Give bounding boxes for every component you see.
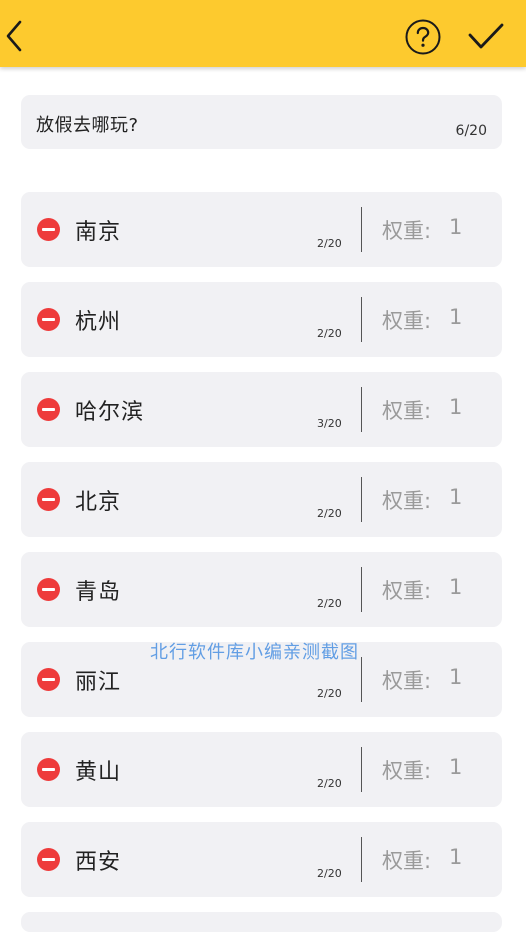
weight-input[interactable]: 1	[449, 215, 462, 239]
divider	[361, 477, 362, 522]
remove-option-button[interactable]	[37, 488, 60, 511]
divider	[361, 207, 362, 252]
option-char-count: 2/20	[317, 507, 342, 520]
option-char-count: 2/20	[317, 597, 342, 610]
option-name-input[interactable]: 南京	[75, 214, 121, 246]
help-button[interactable]	[405, 19, 441, 55]
option-char-count: 2/20	[317, 237, 342, 250]
divider	[361, 297, 362, 342]
top-bar	[0, 0, 526, 67]
question-text[interactable]: 放假去哪玩?	[36, 111, 139, 137]
option-row: 青岛 2/20 权重: 1	[21, 552, 502, 627]
option-row-partial	[21, 912, 502, 932]
divider	[361, 747, 362, 792]
option-char-count: 3/20	[317, 417, 342, 430]
option-name-input[interactable]: 哈尔滨	[75, 394, 144, 426]
weight-label: 权重:	[382, 399, 432, 423]
weight-label: 权重:	[382, 219, 432, 243]
weight-label: 权重:	[382, 309, 432, 333]
weight-label: 权重:	[382, 489, 432, 513]
option-name-input[interactable]: 北京	[75, 484, 121, 516]
option-name-input[interactable]: 杭州	[75, 304, 121, 336]
weight-input[interactable]: 1	[449, 575, 462, 599]
question-input[interactable]: 放假去哪玩? 6/20	[21, 95, 502, 149]
remove-option-button[interactable]	[37, 578, 60, 601]
weight-input[interactable]: 1	[449, 755, 462, 779]
option-row: 杭州 2/20 权重: 1	[21, 282, 502, 357]
remove-option-button[interactable]	[37, 398, 60, 421]
weight-input[interactable]: 1	[449, 845, 462, 869]
option-row: 哈尔滨 3/20 权重: 1	[21, 372, 502, 447]
option-list: 南京 2/20 权重: 1 杭州 2/20 权重: 1 哈尔滨 3/20 权重:…	[21, 192, 502, 912]
option-name-input[interactable]: 黄山	[75, 754, 121, 786]
option-char-count: 2/20	[317, 777, 342, 790]
option-row: 北京 2/20 权重: 1	[21, 462, 502, 537]
option-row: 黄山 2/20 权重: 1	[21, 732, 502, 807]
weight-input[interactable]: 1	[449, 305, 462, 329]
option-char-count: 2/20	[317, 327, 342, 340]
remove-option-button[interactable]	[37, 218, 60, 241]
option-char-count: 2/20	[317, 867, 342, 880]
divider	[361, 837, 362, 882]
remove-option-button[interactable]	[37, 848, 60, 871]
weight-label: 权重:	[382, 579, 432, 603]
divider	[361, 567, 362, 612]
remove-option-button[interactable]	[37, 758, 60, 781]
chevron-left-icon	[6, 20, 22, 52]
option-row: 南京 2/20 权重: 1	[21, 192, 502, 267]
weight-label: 权重:	[382, 849, 432, 873]
option-char-count: 2/20	[317, 687, 342, 700]
checkmark-icon	[468, 23, 504, 49]
back-button[interactable]	[4, 18, 26, 54]
weight-label: 权重:	[382, 669, 432, 693]
option-name-input[interactable]: 西安	[75, 844, 121, 876]
weight-input[interactable]: 1	[449, 395, 462, 419]
weight-label: 权重:	[382, 759, 432, 783]
divider	[361, 387, 362, 432]
option-row: 西安 2/20 权重: 1	[21, 822, 502, 897]
remove-option-button[interactable]	[37, 668, 60, 691]
option-name-input[interactable]: 丽江	[75, 664, 121, 696]
weight-input[interactable]: 1	[449, 485, 462, 509]
question-circle-icon	[405, 19, 441, 55]
option-name-input[interactable]: 青岛	[75, 574, 121, 606]
watermark-text: 北行软件库小编亲测截图	[150, 642, 359, 663]
remove-option-button[interactable]	[37, 308, 60, 331]
weight-input[interactable]: 1	[449, 665, 462, 689]
divider	[361, 657, 362, 702]
confirm-button[interactable]	[467, 20, 505, 52]
question-char-count: 6/20	[455, 123, 487, 139]
